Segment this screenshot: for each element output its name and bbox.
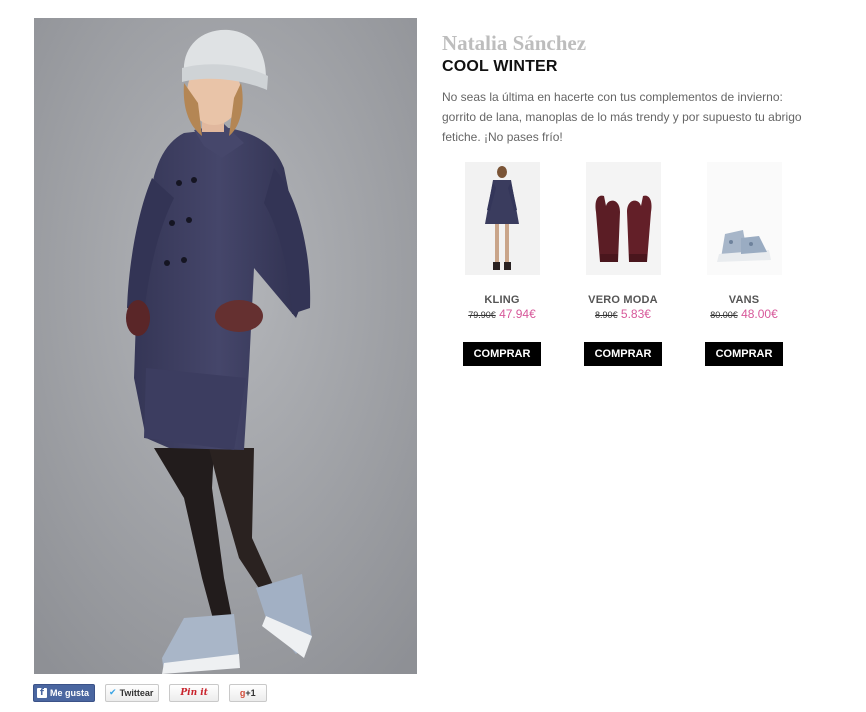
coat-thumbnail <box>464 162 540 275</box>
google-plus-label: +1 <box>245 688 256 698</box>
product-old-price: 79.90€ <box>468 310 496 320</box>
product-old-price: 80.00€ <box>710 310 738 320</box>
model-illustration <box>34 18 417 674</box>
product-old-price: 8.90€ <box>595 310 618 320</box>
facebook-like-button[interactable]: f Me gusta <box>33 684 96 702</box>
buy-button[interactable]: COMPRAR <box>705 342 783 366</box>
pinterest-pin-button[interactable]: Pin it <box>169 684 219 702</box>
author-name: Natalia Sánchez <box>442 31 587 55</box>
product-brand: KLING <box>484 294 520 306</box>
hero-photo <box>34 18 417 674</box>
twitter-label: Twittear <box>119 688 154 698</box>
product-prices: 79.90€ 47.94€ <box>447 307 557 322</box>
article-title: COOL WINTER <box>442 58 558 75</box>
mittens-thumbnail <box>585 162 661 275</box>
facebook-icon: f <box>37 688 47 698</box>
product-item: KLING 79.90€ 47.94€ COMPRAR <box>447 162 557 366</box>
twitter-tweet-button[interactable]: ✔ Twittear <box>105 684 160 702</box>
product-prices: 80.00€ 48.00€ <box>689 307 799 322</box>
product-item: VANS 80.00€ 48.00€ COMPRAR <box>689 162 799 366</box>
article-description: No seas la última en hacerte con tus com… <box>442 90 802 144</box>
product-sale-price: 48.00€ <box>741 307 778 321</box>
social-buttons: f Me gusta ✔ Twittear Pin it g +1 <box>33 684 267 702</box>
pinterest-label: Pin it <box>180 688 208 698</box>
twitter-icon: ✔ <box>109 688 117 698</box>
product-item: VERO MODA 8.90€ 5.83€ COMPRAR <box>568 162 678 366</box>
product-sale-price: 47.94€ <box>499 307 536 321</box>
product-image-coat[interactable] <box>464 162 540 275</box>
article-header: Natalia Sánchez COOL WINTER No seas la ú… <box>442 30 812 147</box>
sneakers-thumbnail <box>706 162 782 275</box>
product-image-sneakers[interactable] <box>706 162 782 275</box>
page: f Me gusta ✔ Twittear Pin it g +1 Natali… <box>0 0 866 712</box>
product-brand: VERO MODA <box>588 294 658 306</box>
facebook-label: Me gusta <box>50 688 90 698</box>
buy-button[interactable]: COMPRAR <box>584 342 662 366</box>
product-sale-price: 5.83€ <box>620 307 651 321</box>
buy-button[interactable]: COMPRAR <box>463 342 541 366</box>
product-prices: 8.90€ 5.83€ <box>568 307 678 322</box>
product-brand: VANS <box>728 294 760 306</box>
google-plus-button[interactable]: g +1 <box>228 684 267 702</box>
product-image-mittens[interactable] <box>585 162 661 275</box>
